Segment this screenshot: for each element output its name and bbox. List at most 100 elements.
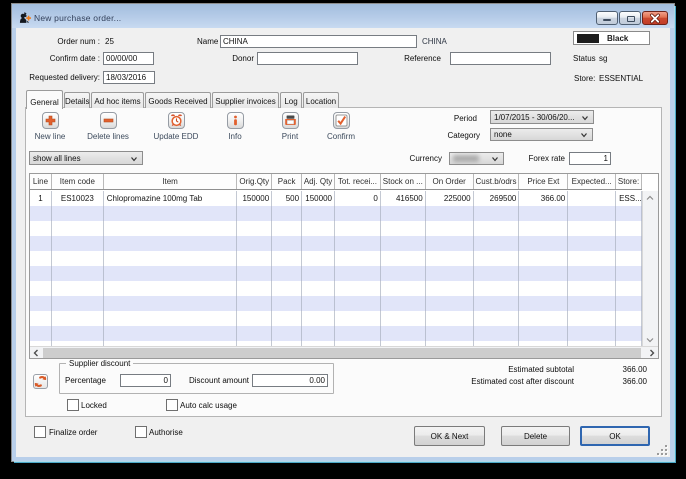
cell <box>104 266 238 281</box>
column-header-line[interactable]: Line <box>30 174 52 189</box>
reference-input[interactable] <box>450 52 551 65</box>
cell <box>616 266 642 281</box>
color-swatch <box>577 34 599 43</box>
titlebar[interactable]: New purchase order... <box>12 4 674 28</box>
period-select[interactable]: 1/07/2015 - 30/06/20... <box>490 110 594 124</box>
show-lines-select[interactable]: show all lines <box>29 151 143 165</box>
cell <box>302 281 335 296</box>
tab-label: Supplier invoices <box>213 97 278 106</box>
column-header-price-ext[interactable]: Price Ext <box>519 174 568 189</box>
resize-grip[interactable] <box>656 444 667 455</box>
tab-ad-hoc-items[interactable]: Ad hoc items <box>91 92 144 108</box>
ok-button[interactable]: OK <box>580 426 650 446</box>
cell <box>52 266 104 281</box>
authorise-checkbox[interactable] <box>135 426 147 438</box>
table-header: LineItem codeItemOrig.QtyPackAdj. QtyTot… <box>30 174 642 190</box>
cell <box>568 221 616 236</box>
discount-amount-input[interactable]: 0.00 <box>252 374 328 387</box>
column-header-pack[interactable]: Pack <box>272 174 302 189</box>
cell <box>474 311 520 326</box>
refresh-icon <box>34 375 47 388</box>
tab-supplier-invoices[interactable]: Supplier invoices <box>212 92 279 108</box>
cell <box>616 206 642 221</box>
cell <box>616 296 642 311</box>
donor-input[interactable] <box>257 52 358 65</box>
table-row[interactable]: 1ES10023Chlopromazine 100mg Tab150000500… <box>30 191 642 206</box>
confirm-date-input[interactable]: 00/00/00 <box>103 52 154 65</box>
scroll-left-icon[interactable] <box>30 347 42 359</box>
column-header-on-order[interactable]: On Order <box>426 174 474 189</box>
cell <box>237 266 272 281</box>
discount-amount-label: Discount amount <box>189 376 249 385</box>
scroll-right-icon[interactable] <box>646 347 658 359</box>
cell <box>302 266 335 281</box>
column-header-adj-qty[interactable]: Adj. Qty <box>302 174 335 189</box>
cell <box>237 326 272 341</box>
order-num-label: Order num : <box>57 37 100 46</box>
currency-redacted-value <box>453 155 479 162</box>
column-header-cust-b-odrs[interactable]: Cust.b/odrs <box>474 174 520 189</box>
cell <box>474 266 520 281</box>
horizontal-scrollbar-thumb[interactable] <box>43 348 641 358</box>
recalculate-discount-button[interactable] <box>33 374 48 389</box>
cell <box>381 311 426 326</box>
cell <box>519 296 568 311</box>
vertical-scrollbar[interactable] <box>642 191 658 347</box>
tab-log[interactable]: Log <box>280 92 302 108</box>
cell <box>237 206 272 221</box>
auto-calc-usage-checkbox[interactable] <box>166 399 178 411</box>
delete-button[interactable]: Delete <box>501 426 570 446</box>
cell <box>302 326 335 341</box>
table-row-empty <box>30 236 642 251</box>
cell <box>52 311 104 326</box>
cell <box>272 221 302 236</box>
general-tab-panel: New lineDelete linesUpdate EDDInfoPrintC… <box>25 107 662 417</box>
column-header-item-code[interactable]: Item code <box>52 174 104 189</box>
confirm-button[interactable]: Confirm <box>303 112 379 141</box>
cell <box>335 326 381 341</box>
cell <box>381 221 426 236</box>
column-header-tot-recei[interactable]: Tot. recei... <box>335 174 381 189</box>
delete-lines-button[interactable]: Delete lines <box>70 112 146 141</box>
ok-next-button[interactable]: OK & Next <box>414 426 485 446</box>
locked-checkbox[interactable] <box>67 399 79 411</box>
finalize-order-checkbox[interactable] <box>34 426 46 438</box>
cell <box>335 251 381 266</box>
donor-label: Donor <box>232 54 254 63</box>
cell <box>30 236 52 251</box>
scroll-up-icon[interactable] <box>644 192 656 204</box>
tab-general[interactable]: General <box>26 90 63 109</box>
cell <box>381 326 426 341</box>
column-header-item[interactable]: Item <box>104 174 238 189</box>
column-header-stock-on[interactable]: Stock on ... <box>381 174 426 189</box>
requested-delivery-label: Requested delivery: <box>29 73 100 82</box>
percentage-input[interactable]: 0 <box>120 374 171 387</box>
column-header-expected[interactable]: Expected... <box>568 174 616 189</box>
cell <box>381 296 426 311</box>
name-input[interactable]: CHINA <box>220 35 417 48</box>
requested-delivery-input[interactable]: 18/03/2016 <box>103 71 155 84</box>
supplier-discount-legend: Supplier discount <box>66 359 133 368</box>
table-row-empty <box>30 326 642 341</box>
column-header-orig-qty[interactable]: Orig.Qty <box>237 174 272 189</box>
tab-location[interactable]: Location <box>303 92 339 108</box>
color-combo[interactable]: Black <box>573 31 650 45</box>
store-label: Store: <box>574 74 595 83</box>
maximize-button[interactable] <box>619 11 641 25</box>
horizontal-scrollbar[interactable] <box>30 346 658 358</box>
tab-goods-received[interactable]: Goods Received <box>145 92 211 108</box>
close-button[interactable] <box>642 11 668 25</box>
purchase-order-window: New purchase order... Order num : 25 Nam… <box>12 4 674 461</box>
scroll-down-icon[interactable] <box>644 334 656 346</box>
tab-details[interactable]: Details <box>64 92 90 108</box>
forex-rate-input[interactable]: 1 <box>569 152 611 165</box>
cell <box>52 206 104 221</box>
plus-icon <box>42 112 59 129</box>
estimated-subtotal-label: Estimated subtotal <box>508 365 574 374</box>
column-header-store[interactable]: Store: <box>616 174 642 189</box>
tab-label: Ad hoc items <box>92 97 143 106</box>
currency-select[interactable] <box>449 152 504 165</box>
minimize-button[interactable] <box>596 11 618 25</box>
cell <box>381 206 426 221</box>
category-select[interactable]: none <box>490 128 593 141</box>
